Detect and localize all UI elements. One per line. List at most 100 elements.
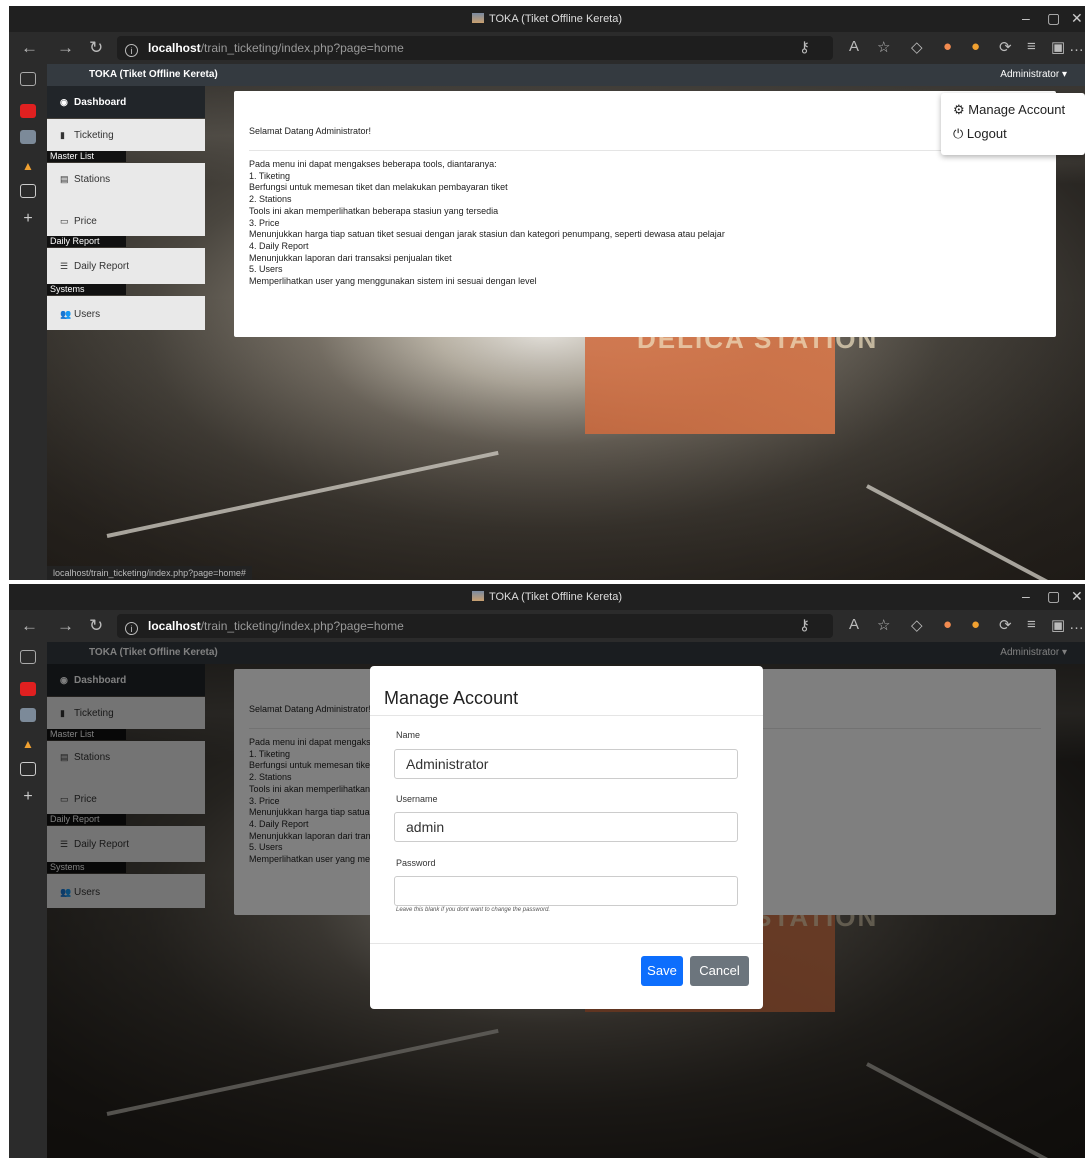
collections-icon[interactable]: ▣ xyxy=(1051,616,1065,634)
modal-title: Manage Account xyxy=(384,688,519,708)
card-divider xyxy=(249,150,1041,151)
card-line: Berfungsi untuk memesan tiket dan melaku… xyxy=(249,182,508,193)
minimize-icon[interactable]: – xyxy=(1022,588,1030,604)
back-icon[interactable]: ← xyxy=(21,38,38,58)
password-field[interactable] xyxy=(394,876,738,906)
extension-cookie-icon[interactable]: ● xyxy=(971,616,980,633)
name-label: Name xyxy=(396,730,421,740)
youtube-tab-icon[interactable] xyxy=(20,682,36,696)
card-line: 2. Stations xyxy=(249,194,292,205)
key-icon[interactable]: ⚷ xyxy=(799,38,810,56)
extension-icon[interactable]: ◇ xyxy=(911,616,923,634)
youtube-tab-icon[interactable] xyxy=(20,104,36,118)
window-title: TOKA (Tiket Offline Kereta) xyxy=(488,591,623,603)
dropdown-logout[interactable]: ⏻ Logout xyxy=(953,126,1007,142)
manage-account-modal: Manage Account Name Administrator Userna… xyxy=(370,666,763,1009)
address-bar: ← → ↻ i localhost/train_ticketing/index.p… xyxy=(9,610,1085,642)
new-tab-icon[interactable]: + xyxy=(20,789,36,805)
menu-item-ticketing[interactable]: ▮Ticketing xyxy=(47,119,205,151)
extension-record-icon[interactable]: ● xyxy=(943,38,952,55)
forward-icon[interactable]: → xyxy=(57,616,74,636)
toka-tab-icon[interactable] xyxy=(20,708,36,722)
page-viewport: DELICA STATION TOKA (Tiket Offline Keret… xyxy=(47,64,1085,580)
minimize-icon[interactable]: – xyxy=(1022,10,1030,26)
more-icon[interactable]: … xyxy=(1069,616,1084,633)
user-menu-toggle[interactable]: Administrator ▾ xyxy=(1000,69,1067,80)
back-icon[interactable]: ← xyxy=(21,616,38,636)
new-tab-icon[interactable]: + xyxy=(20,211,36,227)
menu-item-stations[interactable]: ▤Stations xyxy=(47,163,205,201)
menu-header-daily-report: Daily Report xyxy=(47,236,126,247)
price-icon: ▭ xyxy=(60,216,69,226)
refresh-icon[interactable]: ↻ xyxy=(89,38,103,58)
password-label: Password xyxy=(396,858,436,868)
gear-icon: ⚙ xyxy=(953,102,965,117)
favicon-icon xyxy=(471,13,484,23)
ticket-icon: ▮ xyxy=(60,130,65,140)
restore-icon[interactable]: ▢ xyxy=(1047,588,1060,605)
info-icon[interactable]: i xyxy=(125,44,138,57)
card-line: Tools ini akan memperlihatkan beberapa s… xyxy=(249,205,499,216)
card-line: Memperlihatkan user yang menggunakan sis… xyxy=(249,276,537,287)
menu-item-dashboard[interactable]: ◉Dashboard xyxy=(47,86,205,118)
more-icon[interactable]: … xyxy=(1069,38,1084,55)
card-line: 1. Tiketing xyxy=(249,170,291,181)
dashboard-icon: ◉ xyxy=(60,97,68,107)
brand-title[interactable]: TOKA (Tiket Offline Kereta) xyxy=(89,69,218,80)
restore-icon[interactable]: ▢ xyxy=(1047,10,1060,27)
url-input[interactable]: i localhost/train_ticketing/index.php?pag… xyxy=(117,36,833,60)
extensions-puzzle-icon[interactable]: ⟳ xyxy=(999,616,1012,634)
calendar-tab-icon[interactable] xyxy=(20,184,36,198)
user-dropdown-menu: ⚙ Manage Account ⏻ Logout xyxy=(941,93,1085,155)
welcome-greeting: Selamat Datang Administrator! xyxy=(249,126,372,136)
collections-icon[interactable]: ▣ xyxy=(1051,38,1065,56)
card-body: Pada menu ini dapat mengakses beberapa t… xyxy=(249,159,725,288)
vertical-tabs: ▲ + xyxy=(9,64,47,580)
read-aloud-icon[interactable]: A xyxy=(849,616,859,633)
extension-record-icon[interactable]: ● xyxy=(943,616,952,633)
toka-tab-icon[interactable] xyxy=(20,130,36,144)
background-rail xyxy=(106,450,499,538)
menu-item-price[interactable]: ▭Price xyxy=(47,200,205,236)
card-line: Menunjukkan harga tiap satuan tiket sesu… xyxy=(249,229,725,240)
power-icon: ⏻ xyxy=(953,126,964,141)
username-field[interactable]: admin xyxy=(394,812,738,842)
dropdown-manage-account[interactable]: ⚙ Manage Account xyxy=(953,102,1065,118)
card-line: 3. Price xyxy=(249,217,280,228)
close-icon[interactable]: ✕ xyxy=(1071,588,1083,605)
tab-actions-icon[interactable] xyxy=(20,650,36,664)
extension-cookie-icon[interactable]: ● xyxy=(971,38,980,55)
url-input[interactable]: i localhost/train_ticketing/index.php?pag… xyxy=(117,614,833,638)
cancel-button[interactable]: Cancel xyxy=(690,956,749,986)
forward-icon[interactable]: → xyxy=(57,38,74,58)
menu-item-daily-report[interactable]: ☰Daily Report xyxy=(47,248,205,284)
favorites-icon[interactable]: ≡ xyxy=(1027,38,1036,55)
favorite-add-icon[interactable]: ☆ xyxy=(877,616,890,634)
calendar-tab-icon[interactable] xyxy=(20,762,36,776)
extensions-puzzle-icon[interactable]: ⟳ xyxy=(999,38,1012,56)
info-icon[interactable]: i xyxy=(125,622,138,635)
extension-icon[interactable]: ◇ xyxy=(911,38,923,56)
menu-header-master-list: Master List xyxy=(47,151,126,162)
tab-actions-icon[interactable] xyxy=(20,72,36,86)
card-line: 5. Users xyxy=(249,264,283,275)
password-help-text: Leave this blank if you dont want to cha… xyxy=(396,907,551,913)
caret-down-icon: ▾ xyxy=(1061,69,1067,80)
name-field[interactable]: Administrator xyxy=(394,749,738,779)
users-icon: 👥 xyxy=(60,309,72,319)
app-tab-icon[interactable]: ▲ xyxy=(20,737,36,751)
menu-item-users[interactable]: 👥Users xyxy=(47,296,205,330)
favorites-icon[interactable]: ≡ xyxy=(1027,616,1036,633)
app-tab-icon[interactable]: ▲ xyxy=(20,159,36,173)
app-navbar: TOKA (Tiket Offline Kereta) Administrato… xyxy=(47,64,1085,86)
save-button[interactable]: Save xyxy=(641,956,683,986)
close-icon[interactable]: ✕ xyxy=(1071,10,1083,27)
card-line: Menunjukkan laporan dari transaksi penju… xyxy=(249,252,452,263)
screenshot-dropdown-state: TOKA (Tiket Offline Kereta) – ▢ ✕ ← → ↻ … xyxy=(9,6,1085,580)
read-aloud-icon[interactable]: A xyxy=(849,38,859,55)
window-titlebar: TOKA (Tiket Offline Kereta) – ▢ ✕ xyxy=(9,6,1085,32)
key-icon[interactable]: ⚷ xyxy=(799,616,810,634)
refresh-icon[interactable]: ↻ xyxy=(89,616,103,636)
favorite-add-icon[interactable]: ☆ xyxy=(877,38,890,56)
vertical-tabs: ▲ + xyxy=(9,642,47,1158)
